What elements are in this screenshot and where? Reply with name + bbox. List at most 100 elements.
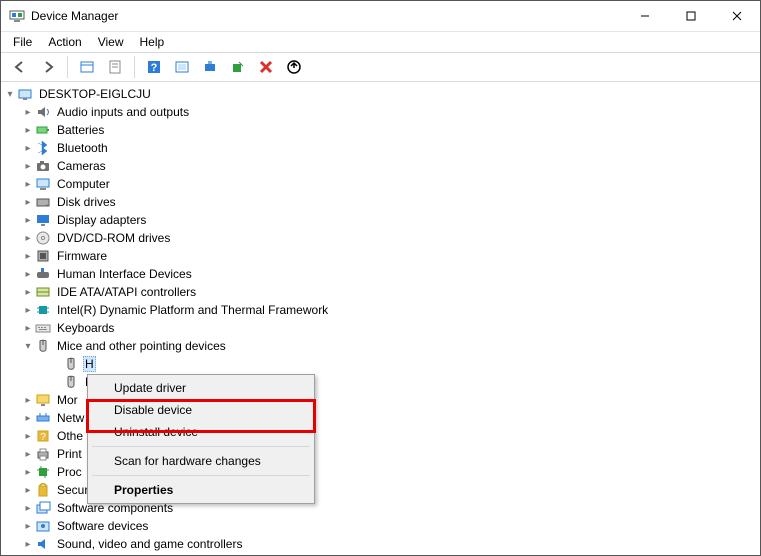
toolbar-refresh-button[interactable] bbox=[169, 54, 195, 80]
tree-node-label: Bluetooth bbox=[55, 140, 110, 156]
tree-node-label: Display adapters bbox=[55, 212, 148, 228]
tree-node-label: Othe bbox=[55, 428, 85, 444]
expander-icon[interactable]: ▸ bbox=[21, 177, 35, 191]
expander-icon[interactable]: ▸ bbox=[21, 429, 35, 443]
menu-view[interactable]: View bbox=[90, 33, 132, 51]
tree-node-cat-9[interactable]: ▸Human Interface Devices bbox=[1, 265, 760, 283]
tree-node-cat-22[interactable]: ▸ Sound, video and game controllers bbox=[1, 535, 760, 553]
close-button[interactable] bbox=[714, 1, 760, 31]
tree-node-root[interactable]: ▾ DESKTOP-EIGLCJU bbox=[1, 85, 760, 103]
expander-icon[interactable]: ▸ bbox=[21, 141, 35, 155]
menubar: File Action View Help bbox=[1, 32, 760, 53]
expander-icon[interactable]: ▾ bbox=[21, 339, 35, 353]
expander-icon[interactable]: ▸ bbox=[21, 303, 35, 317]
titlebar: Device Manager bbox=[1, 1, 760, 32]
firmware-icon bbox=[35, 248, 51, 264]
toolbar-back-button[interactable] bbox=[7, 54, 33, 80]
sw-dev-icon bbox=[35, 518, 51, 534]
toolbar-scan-button[interactable] bbox=[225, 54, 251, 80]
tree-node-label: Batteries bbox=[55, 122, 106, 138]
expander-icon[interactable]: ▸ bbox=[21, 123, 35, 137]
expander-icon[interactable]: ▸ bbox=[21, 537, 35, 551]
menu-help[interactable]: Help bbox=[132, 33, 173, 51]
printer-icon bbox=[35, 446, 51, 462]
tree-node-cat-5[interactable]: ▸Disk drives bbox=[1, 193, 760, 211]
context-menu-item-0[interactable]: Update driver bbox=[90, 377, 312, 399]
menu-file[interactable]: File bbox=[5, 33, 40, 51]
tree-node-cat-3[interactable]: ▸Cameras bbox=[1, 157, 760, 175]
hid-icon bbox=[35, 266, 51, 282]
display-icon bbox=[35, 212, 51, 228]
expander-icon[interactable]: ▸ bbox=[21, 447, 35, 461]
toolbar-safely-remove-button[interactable] bbox=[281, 54, 307, 80]
tree-node-cat-8[interactable]: ▸ Firmware bbox=[1, 247, 760, 265]
expander-icon[interactable]: ▸ bbox=[21, 159, 35, 173]
speaker-icon bbox=[35, 104, 51, 120]
sound-icon bbox=[35, 536, 51, 552]
root-icon bbox=[17, 86, 33, 102]
tree-node-label: Mice and other pointing devices bbox=[55, 338, 228, 354]
menu-action[interactable]: Action bbox=[40, 33, 89, 51]
tree-node-label: H bbox=[83, 356, 96, 372]
tree-node-label: DESKTOP-EIGLCJU bbox=[37, 86, 153, 102]
tree-node-label: Keyboards bbox=[55, 320, 116, 336]
tree-node-cat-6[interactable]: ▸ Display adapters bbox=[1, 211, 760, 229]
expander-none bbox=[49, 375, 63, 389]
security-icon bbox=[35, 482, 51, 498]
context-menu-separator bbox=[92, 446, 310, 447]
expander-icon[interactable]: ▸ bbox=[21, 231, 35, 245]
tree-node-label: Print bbox=[55, 446, 84, 462]
tree-node-label: Firmware bbox=[55, 248, 109, 264]
expander-icon[interactable]: ▸ bbox=[21, 105, 35, 119]
tree-node-cat-10[interactable]: ▸ IDE ATA/ATAPI controllers bbox=[1, 283, 760, 301]
expander-icon[interactable]: ▸ bbox=[21, 393, 35, 407]
expander-icon[interactable]: ▸ bbox=[21, 465, 35, 479]
mouse-icon bbox=[63, 356, 79, 372]
tree-node-cat-21[interactable]: ▸Software devices bbox=[1, 517, 760, 535]
mouse-icon bbox=[63, 374, 79, 390]
toolbar-help-button[interactable]: ? bbox=[141, 54, 167, 80]
minimize-button[interactable] bbox=[622, 1, 668, 31]
tree-node-cat-11[interactable]: ▸Intel(R) Dynamic Platform and Thermal F… bbox=[1, 301, 760, 319]
expander-icon[interactable]: ▸ bbox=[21, 411, 35, 425]
ide-icon bbox=[35, 284, 51, 300]
context-menu-item-4[interactable]: Scan for hardware changes bbox=[90, 450, 312, 472]
tree-node-label: Mor bbox=[55, 392, 80, 408]
tree-node-cat-4[interactable]: ▸Computer bbox=[1, 175, 760, 193]
chip-icon bbox=[35, 302, 51, 318]
expander-icon[interactable]: ▾ bbox=[3, 87, 17, 101]
toolbar-show-hidden-button[interactable] bbox=[74, 54, 100, 80]
tree-node-cat-1[interactable]: ▸ Batteries bbox=[1, 121, 760, 139]
monitor-icon bbox=[35, 392, 51, 408]
context-menu-item-2[interactable]: Uninstall device bbox=[90, 421, 312, 443]
toolbar-update-driver-button[interactable] bbox=[197, 54, 223, 80]
tree-node-label: Netw bbox=[55, 410, 86, 426]
expander-icon[interactable]: ▸ bbox=[21, 195, 35, 209]
app-icon bbox=[9, 8, 25, 24]
context-menu-item-6[interactable]: Properties bbox=[90, 479, 312, 501]
tree-node-label: Sound, video and game controllers bbox=[55, 536, 244, 552]
expander-icon[interactable]: ▸ bbox=[21, 213, 35, 227]
tree-node-cat-7[interactable]: ▸DVD/CD-ROM drives bbox=[1, 229, 760, 247]
tree-node-cat-0[interactable]: ▸Audio inputs and outputs bbox=[1, 103, 760, 121]
expander-icon[interactable]: ▸ bbox=[21, 501, 35, 515]
expander-icon[interactable]: ▸ bbox=[21, 321, 35, 335]
toolbar-forward-button[interactable] bbox=[35, 54, 61, 80]
context-menu-item-1[interactable]: Disable device bbox=[90, 399, 312, 421]
tree-node-label: IDE ATA/ATAPI controllers bbox=[55, 284, 198, 300]
expander-icon[interactable]: ▸ bbox=[21, 483, 35, 497]
expander-icon[interactable]: ▸ bbox=[21, 267, 35, 281]
maximize-button[interactable] bbox=[668, 1, 714, 31]
tree-node-cat-2[interactable]: ▸ Bluetooth bbox=[1, 139, 760, 157]
tree-node-cat-13[interactable]: ▾ Mice and other pointing devices bbox=[1, 337, 760, 355]
toolbar-uninstall-button[interactable] bbox=[253, 54, 279, 80]
expander-icon[interactable]: ▸ bbox=[21, 285, 35, 299]
expander-icon[interactable]: ▸ bbox=[21, 519, 35, 533]
toolbar-properties-button[interactable] bbox=[102, 54, 128, 80]
keyboard-icon bbox=[35, 320, 51, 336]
expander-icon[interactable]: ▸ bbox=[21, 249, 35, 263]
other-icon: ? bbox=[35, 428, 51, 444]
computer-icon bbox=[35, 176, 51, 192]
tree-node-child-13-0[interactable]: H bbox=[1, 355, 760, 373]
tree-node-cat-12[interactable]: ▸ Keyboards bbox=[1, 319, 760, 337]
